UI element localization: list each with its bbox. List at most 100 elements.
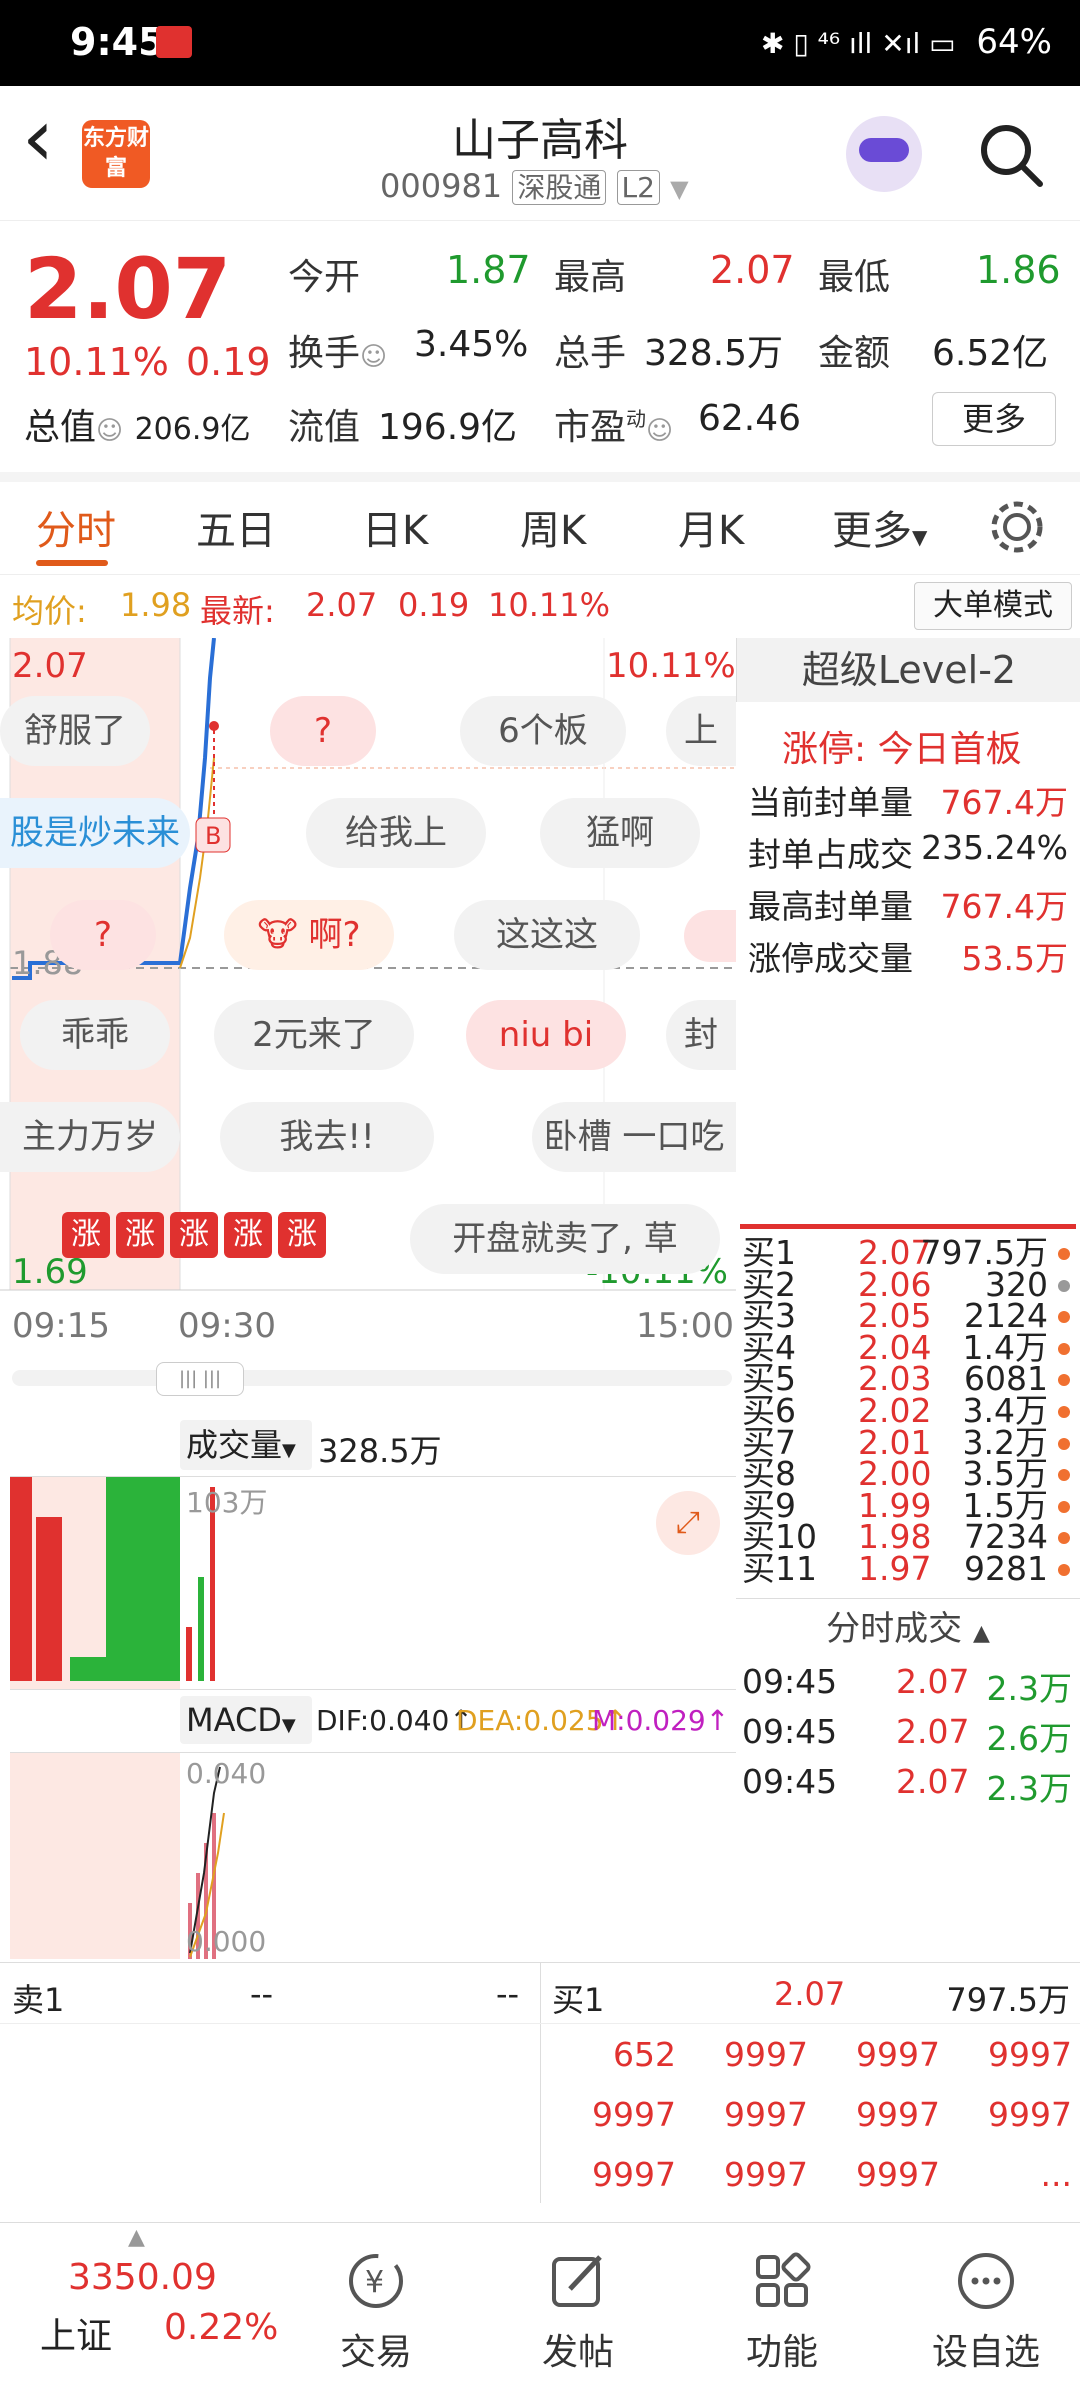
orderbook-price: 2.03 xyxy=(858,1359,932,1399)
chart-tabs: 分时 五日 日K 周K 月K 更多▼ xyxy=(0,484,1080,575)
orderbook-row[interactable]: 买2 2.06 320 xyxy=(736,1268,1080,1301)
orderbook-row[interactable]: 买11 1.97 9281 xyxy=(736,1549,1080,1588)
scroll-handle[interactable]: ||| ||| xyxy=(156,1362,244,1396)
change-percent: 10.11% xyxy=(24,340,169,384)
more-button[interactable]: 更多 xyxy=(932,392,1056,446)
orderbook-level: 买6 xyxy=(742,1391,796,1430)
bullet-comment[interactable]: 封 xyxy=(666,1000,736,1070)
search-icon[interactable] xyxy=(976,120,1048,192)
nav-functions[interactable]: 功能 xyxy=(702,2223,862,2401)
orderbook-row[interactable]: 买3 2.05 2124 xyxy=(736,1296,1080,1336)
tab-fenshi[interactable]: 分时 xyxy=(36,498,116,556)
bullet-comment[interactable]: 6个板 xyxy=(460,696,626,766)
nav-trade[interactable]: ¥ 交易 xyxy=(296,2223,456,2401)
bullet-comment[interactable]: 股是炒未来 xyxy=(0,798,190,868)
chevron-down-icon: ▼ xyxy=(282,1440,296,1461)
bullet-comment[interactable]: 给我上 xyxy=(306,798,486,868)
orderbook-row[interactable]: 买9 1.99 1.5万 xyxy=(736,1489,1080,1522)
nav-watchlist[interactable]: 设自选 xyxy=(906,2223,1066,2401)
orderbook-volume: 2124 xyxy=(964,1296,1048,1336)
volume-chart: 103万 ⤢ xyxy=(10,1476,736,1690)
orderbook-row[interactable]: 买1 2.07 797.5万 xyxy=(736,1238,1080,1269)
level2-value: 767.4万 xyxy=(940,887,1068,926)
info-icon[interactable]: ☺ xyxy=(96,416,123,446)
bullet-comment[interactable]: 我去!! xyxy=(220,1102,434,1172)
low-value: 1.86 xyxy=(976,248,1061,292)
change-amount: 0.19 xyxy=(186,340,271,384)
nav-post[interactable]: 发帖 xyxy=(498,2223,658,2401)
bullet-comment[interactable]: 主力万岁 xyxy=(0,1102,180,1172)
queue-cell: 9997 xyxy=(856,2095,940,2134)
price-info-line: 均价: 1.98 最新: 2.07 0.19 10.11% 大单模式 xyxy=(0,578,1080,636)
orderbook-dot xyxy=(1058,1248,1070,1260)
orderbook-price: 2.04 xyxy=(858,1327,932,1367)
cow-emoji-icon: 🐮 xyxy=(257,915,298,955)
tab-more[interactable]: 更多▼ xyxy=(832,498,927,556)
tab-dayk[interactable]: 日K xyxy=(362,498,428,556)
bullet-comment[interactable]: 这这这 xyxy=(454,900,640,970)
bullet-comment[interactable]: 上 xyxy=(666,696,736,766)
expand-icon[interactable]: ⤢ xyxy=(656,1491,720,1555)
amount-label: 金额 xyxy=(818,333,891,374)
svg-text:¥: ¥ xyxy=(365,2265,384,2300)
bullet-comment[interactable]: 🐮 啊? xyxy=(224,900,394,970)
tick-time: 09:45 xyxy=(742,1662,838,1701)
tick-volume: 2.6万 xyxy=(986,1719,1072,1758)
bullet-comment[interactable]: 卧槽 一口吃 xyxy=(532,1102,736,1172)
queue-cell: 652 xyxy=(613,2035,676,2074)
macd-indicator-select[interactable]: MACD▼ xyxy=(180,1696,312,1744)
mktcap-value: 206.9亿 xyxy=(134,412,251,447)
bullet-comment[interactable]: niu bi xyxy=(466,1000,626,1070)
intraday-chart[interactable]: B 2.07 10.11% 1.88 1.69 -10.11% 舒服了 ? 6个… xyxy=(0,638,736,1298)
orderbook-level: 买4 xyxy=(742,1327,796,1367)
bullet-comment[interactable]: 开盘就卖了, 草 xyxy=(410,1204,720,1274)
orderbook-divider xyxy=(740,1224,1076,1229)
buy1-vol: 797.5万 xyxy=(946,1981,1070,2019)
orderbook-row[interactable]: 买7 2.01 3.2万 xyxy=(736,1422,1080,1462)
ticks-title[interactable]: 分时成交 ▲ xyxy=(736,1598,1080,1664)
gift-icon xyxy=(684,910,736,962)
macd-dif: DIF:0.040↑ xyxy=(316,1704,473,1737)
chart-scrollbar[interactable] xyxy=(12,1370,732,1386)
bullet-comment[interactable]: 舒服了 xyxy=(0,696,150,766)
orderbook-row[interactable]: 买8 2.00 3.5万 xyxy=(736,1457,1080,1490)
tab-weekk[interactable]: 周K xyxy=(520,498,586,556)
robot-assistant-icon[interactable] xyxy=(846,116,922,192)
gear-icon[interactable] xyxy=(988,498,1046,556)
limit-status: 涨停: 今日首板 xyxy=(782,729,1022,770)
latest-value: 2.07 xyxy=(306,586,378,624)
grid-icon xyxy=(756,2252,811,2307)
open-label: 今开 xyxy=(288,257,361,298)
last-price: 2.07 xyxy=(24,240,232,338)
level2-row: 当前封单量 xyxy=(748,783,913,822)
tab-monthk[interactable]: 月K xyxy=(678,498,744,556)
index-ticker[interactable]: ▲ 3350.09 上证 0.22% xyxy=(0,2223,290,2401)
status-signal-icons: ✱ ▯ ⁴⁶ ıll ✕ıl ▭ xyxy=(760,27,956,60)
tag-shenguton: 深股通 xyxy=(512,170,607,205)
orderbook-row[interactable]: 买5 2.03 6081 xyxy=(736,1359,1080,1399)
orderbook-volume: 6081 xyxy=(964,1359,1048,1399)
order-book[interactable]: 买1 2.07 797.5万 买2 2.06 320 买3 2.05 2124 买4 2.04 1.4… xyxy=(736,1238,1080,1588)
level2-title[interactable]: 超级Level-2 xyxy=(736,638,1080,702)
orderbook-row[interactable]: 买4 2.04 1.4万 xyxy=(736,1327,1080,1367)
tab-5day[interactable]: 五日 xyxy=(196,498,276,556)
bullet-comment[interactable]: 2元来了 xyxy=(214,1000,414,1070)
orderbook-row[interactable]: 买6 2.02 3.4万 xyxy=(736,1391,1080,1430)
orderbook-volume: 3.2万 xyxy=(962,1422,1048,1462)
orderbook-row[interactable]: 买10 1.98 7234 xyxy=(736,1520,1080,1553)
orderbook-volume: 9281 xyxy=(964,1549,1048,1588)
bullet-comment[interactable]: 猛啊 xyxy=(540,798,700,868)
bullet-text: 啊? xyxy=(308,915,361,955)
orderbook-price: 2.05 xyxy=(858,1296,932,1336)
tick-price: 2.07 xyxy=(896,1712,970,1751)
volume-indicator-select[interactable]: 成交量▼ xyxy=(180,1420,312,1470)
orderbook-price: 1.97 xyxy=(858,1549,932,1588)
bullet-comment[interactable]: ? xyxy=(270,696,376,766)
mktcap: 总值☺ 206.9亿 xyxy=(24,398,250,450)
bullet-comment[interactable]: ? xyxy=(50,900,156,970)
big-order-mode-button[interactable]: 大单模式 xyxy=(914,582,1072,630)
high-label: 最高 xyxy=(554,257,627,298)
chevron-down-icon[interactable]: ▼ xyxy=(670,175,688,203)
orderbook-dot xyxy=(1058,1406,1070,1418)
bullet-comment[interactable]: 乖乖 xyxy=(20,1000,170,1070)
